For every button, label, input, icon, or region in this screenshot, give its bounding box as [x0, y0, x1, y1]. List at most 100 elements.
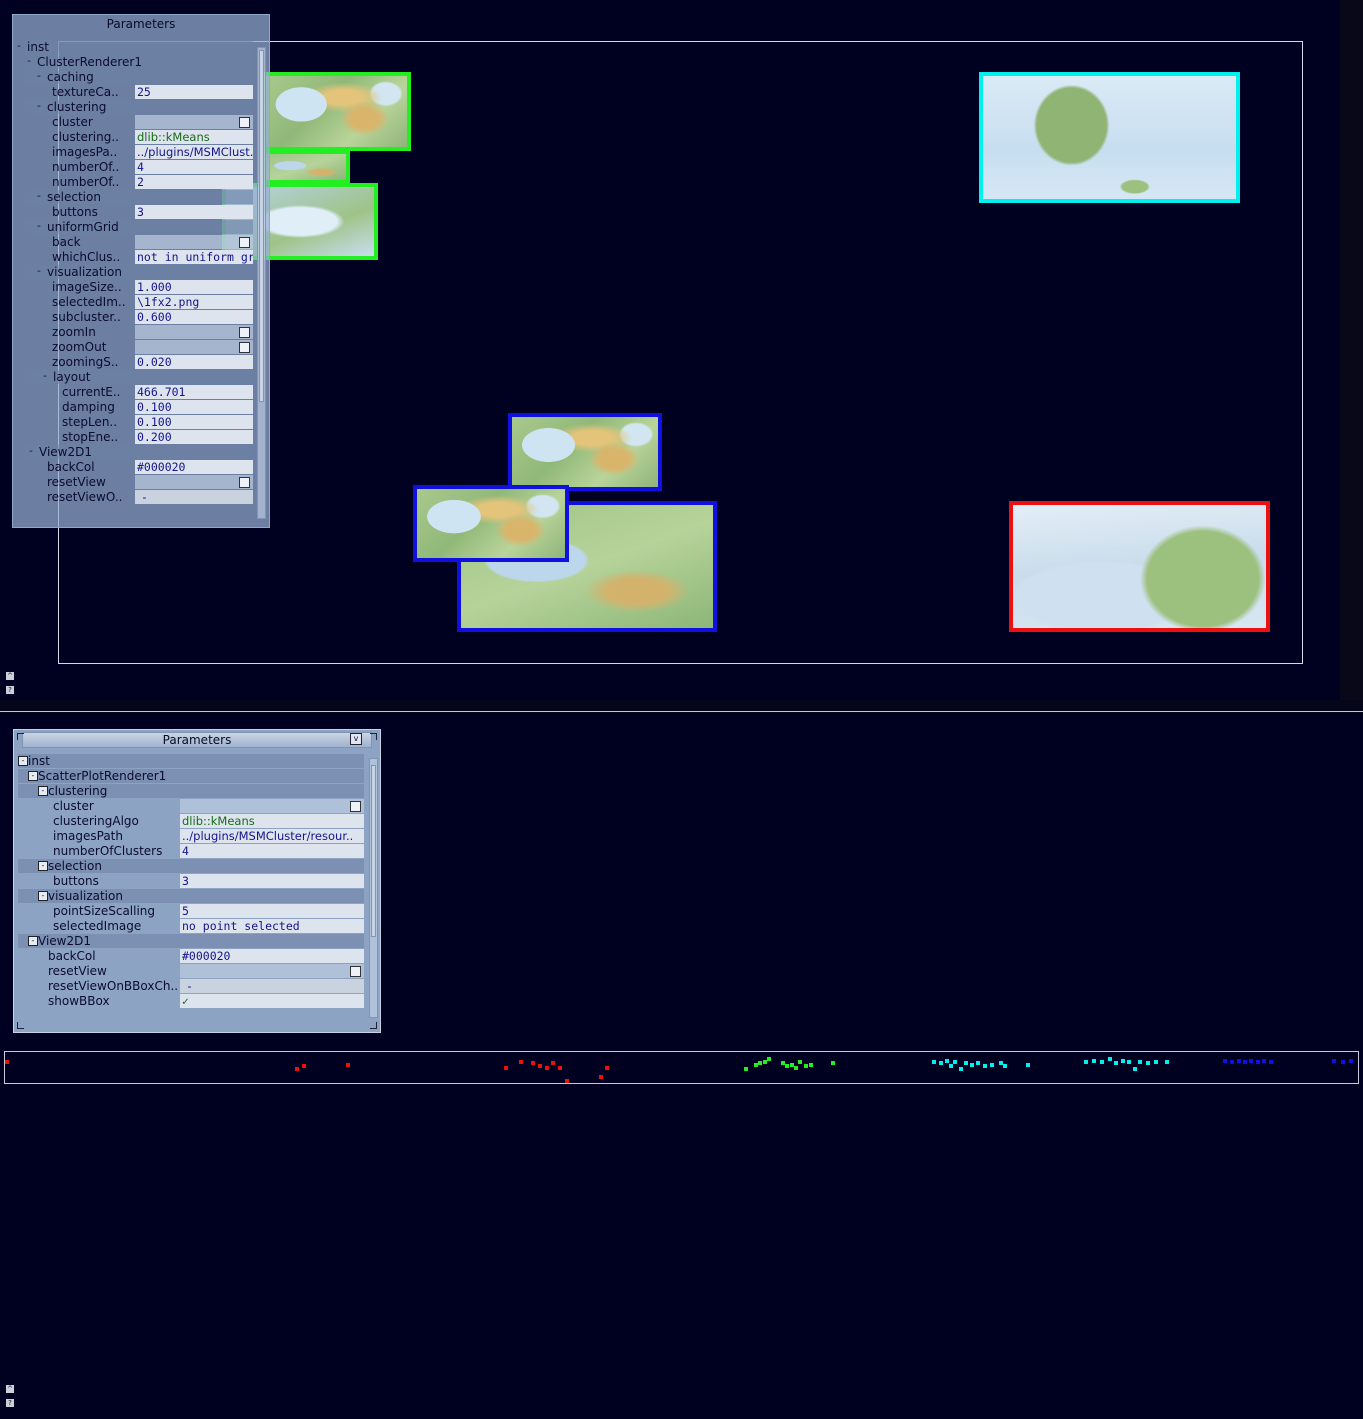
param-row-damping[interactable]: damping 0.100	[25, 400, 253, 414]
scatter-point-blue[interactable]	[1341, 1060, 1345, 1064]
trigger-button-icon[interactable]	[239, 327, 250, 338]
scatter-point-red[interactable]	[558, 1066, 562, 1070]
param-button-area[interactable]	[135, 340, 253, 354]
param-row-clustering[interactable]: clustering.. dlib::kMeans	[25, 130, 253, 144]
param-row-imagespa[interactable]: imagesPa.. ../plugins/MSMClust..	[25, 145, 253, 159]
scatter-point-red[interactable]	[519, 1060, 523, 1064]
scatter-point-cyan[interactable]	[983, 1064, 987, 1068]
param-row-stopene[interactable]: stopEne.. 0.200	[25, 430, 253, 444]
scatter-point-green[interactable]	[744, 1067, 748, 1071]
param-value-field[interactable]: no point selected	[180, 919, 364, 933]
param-row-numberof[interactable]: numberOf.. 2	[25, 175, 253, 189]
scatter-point-blue[interactable]	[1223, 1059, 1227, 1063]
param-row-inst[interactable]: - inst	[18, 754, 364, 768]
scatter-point-cyan[interactable]	[970, 1063, 974, 1067]
param-button-area[interactable]	[135, 235, 253, 249]
param-value-field[interactable]: 0.600	[135, 310, 253, 324]
scatter-point-cyan[interactable]	[1108, 1057, 1112, 1061]
scatter-plot-bbox[interactable]	[4, 1051, 1359, 1084]
param-row-uniformgrid[interactable]: - uniformGrid	[25, 219, 253, 234]
collapse-toggle-icon[interactable]: -	[28, 771, 38, 781]
param-row-currente[interactable]: currentE.. 466.701	[25, 385, 253, 399]
param-row-resetviewonbboxch[interactable]: resetViewOnBBoxCh.. -	[18, 979, 364, 993]
param-value-field[interactable]: 2	[135, 175, 253, 189]
collapse-toggle-icon[interactable]: -	[29, 444, 33, 458]
param-row-subcluster[interactable]: subcluster.. 0.600	[25, 310, 253, 324]
scatter-point-cyan[interactable]	[1100, 1060, 1104, 1064]
param-value-field[interactable]: 0.100	[135, 415, 253, 429]
param-row-selection[interactable]: - selection	[18, 859, 364, 873]
parameters-panel-bottom[interactable]: Parameters v - inst - ScatterPlotRenderer1-…	[13, 729, 381, 1033]
param-value-field[interactable]: #000020	[180, 949, 364, 963]
trigger-button-icon[interactable]	[239, 342, 250, 353]
scatter-point-blue[interactable]	[1262, 1059, 1266, 1063]
param-row-visualization[interactable]: - visualization	[25, 264, 253, 279]
param-row-clustering[interactable]: - clustering	[18, 784, 364, 798]
param-row-imagesize[interactable]: imageSize.. 1.000	[25, 280, 253, 294]
param-value-field[interactable]: dlib::kMeans	[180, 814, 364, 828]
cluster-thumbnail-green-2[interactable]	[262, 150, 350, 184]
param-row-cluster[interactable]: cluster	[25, 115, 253, 129]
scatter-point-cyan[interactable]	[945, 1059, 949, 1063]
cluster-thumbnail-blue-2[interactable]	[413, 485, 569, 562]
collapse-toggle-icon[interactable]: -	[28, 936, 38, 946]
param-value-field[interactable]: 466.701	[135, 385, 253, 399]
collapse-toggle-icon[interactable]: -	[37, 219, 41, 233]
cluster-thumbnail-blue-1[interactable]	[508, 413, 662, 491]
scatter-point-blue[interactable]	[1332, 1059, 1336, 1063]
param-row-visualization[interactable]: - visualization	[18, 889, 364, 903]
scatter-point-red[interactable]	[565, 1079, 569, 1083]
scatter-point-cyan[interactable]	[1165, 1060, 1169, 1064]
scatter-point-cyan[interactable]	[953, 1060, 957, 1064]
scatter-point-blue[interactable]	[1249, 1059, 1253, 1063]
param-row-view2d1[interactable]: - View2D1	[25, 444, 253, 459]
scatter-point-red[interactable]	[346, 1063, 350, 1067]
scatter-point-green[interactable]	[785, 1064, 789, 1068]
scatter-point-red[interactable]	[545, 1066, 549, 1070]
scatter-point-blue[interactable]	[1269, 1060, 1273, 1064]
param-row-resetviewo[interactable]: resetViewO.. -	[25, 490, 253, 504]
scatter-point-red[interactable]	[302, 1064, 306, 1068]
scatter-point-red[interactable]	[295, 1067, 299, 1071]
collapse-toggle-icon[interactable]: -	[37, 189, 41, 203]
param-button-area[interactable]	[135, 325, 253, 339]
param-row-zoomout[interactable]: zoomOut	[25, 340, 253, 354]
param-value-field[interactable]: ../plugins/MSMClust..	[135, 145, 253, 159]
scatter-point-cyan[interactable]	[1114, 1061, 1118, 1065]
param-row-scatterplotrenderer1[interactable]: - ScatterPlotRenderer1	[18, 769, 364, 783]
help-icon[interactable]: ?	[6, 686, 14, 694]
scatter-point-cyan[interactable]	[1138, 1060, 1142, 1064]
scatter-point-cyan[interactable]	[1003, 1064, 1007, 1068]
scatter-point-green[interactable]	[804, 1064, 808, 1068]
scatter-point-cyan[interactable]	[1133, 1067, 1137, 1071]
param-row-whichclus[interactable]: whichClus.. not in uniform grid	[25, 250, 253, 264]
scatter-point-cyan[interactable]	[1026, 1063, 1030, 1067]
scatter-point-blue[interactable]	[1237, 1059, 1241, 1063]
param-value-field[interactable]: 5	[180, 904, 364, 918]
param-row-pointsizescalling[interactable]: pointSizeScalling 5	[18, 904, 364, 918]
collapse-toggle-icon[interactable]: -	[38, 786, 48, 796]
cluster-thumbnail-red[interactable]	[1009, 501, 1270, 632]
param-value-field[interactable]: 25	[135, 85, 253, 99]
cluster-thumbnail-cyan[interactable]	[979, 72, 1240, 203]
collapse-toggle-icon[interactable]: -	[37, 69, 41, 83]
scatter-point-blue[interactable]	[1243, 1060, 1247, 1064]
collapse-toggle-icon[interactable]: -	[37, 264, 41, 278]
param-value-field[interactable]: ../plugins/MSMCluster/resour..	[180, 829, 364, 843]
trigger-button-icon[interactable]	[350, 801, 361, 812]
help-icon[interactable]: ?	[6, 1399, 14, 1407]
scatter-point-cyan[interactable]	[990, 1063, 994, 1067]
param-row-backcol[interactable]: backCol #000020	[18, 949, 364, 963]
param-value-field[interactable]: 0.020	[135, 355, 253, 369]
param-row-view2d1[interactable]: - View2D1	[18, 934, 364, 948]
param-value-field[interactable]: -	[180, 979, 364, 993]
param-value-field[interactable]: ✓	[180, 994, 364, 1008]
param-value-field[interactable]: 3	[135, 205, 253, 219]
scatter-point-cyan[interactable]	[1154, 1060, 1158, 1064]
cluster-thumbnail-green-1[interactable]	[262, 72, 411, 151]
param-row-caching[interactable]: - caching	[25, 69, 253, 84]
scatter-point-cyan[interactable]	[939, 1061, 943, 1065]
scatter-point-cyan[interactable]	[932, 1060, 936, 1064]
param-row-backcol[interactable]: backCol #000020	[25, 460, 253, 474]
collapse-toggle-icon[interactable]: -	[38, 891, 48, 901]
